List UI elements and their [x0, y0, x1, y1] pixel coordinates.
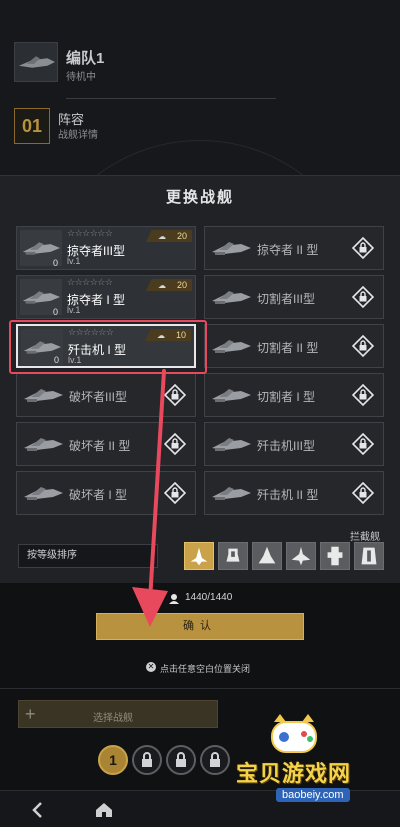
ship-card-locked[interactable]: 破坏者III型 [16, 373, 196, 417]
fleet-name: 编队1 [66, 50, 105, 67]
cost-badge: ☁ 20 [146, 279, 192, 291]
ship-count: 0 [53, 258, 59, 268]
lineup-subtitle: 战舰详情 [58, 130, 98, 141]
lock-icon[interactable] [351, 481, 375, 505]
fighter-class-icon[interactable] [184, 542, 214, 570]
capacity-icon [168, 592, 180, 604]
close-hint-text: 点击任意空白位置关闭 [160, 664, 251, 674]
ship-card-locked[interactable]: 切割者 II 型 [204, 324, 384, 368]
sort-dropdown[interactable]: 按等级排序 [18, 544, 158, 568]
battleship-class-icon[interactable] [354, 542, 384, 570]
fleet-slot-locked[interactable] [132, 745, 162, 775]
ship-name: 歼击机 II 型 [257, 488, 319, 502]
lock-icon [142, 752, 152, 767]
lock-icon[interactable] [351, 432, 375, 456]
fleet-slot-locked[interactable] [166, 745, 196, 775]
ship-level: lv.1 [67, 256, 81, 266]
footer-divider [0, 688, 400, 689]
capacity-readout: 1440/1440 [185, 592, 233, 603]
gamepad-mascot-icon [264, 712, 324, 762]
ship-card[interactable]: 掠夺者III型 0 ☆☆☆☆☆☆ ☁ 20 lv.1 [16, 226, 196, 270]
cost-icon: ☁ [158, 232, 166, 241]
ship-thumbnail [209, 330, 253, 362]
dialog-title: 更换战舰 [165, 189, 234, 206]
ship-thumbnail [209, 428, 253, 460]
lock-icon[interactable] [163, 481, 187, 505]
watermark-title: 宝贝游戏网 [236, 761, 352, 786]
ship-card-locked[interactable]: 切割者 I 型 [204, 373, 384, 417]
lock-icon[interactable] [351, 285, 375, 309]
fleet-slot-1[interactable]: 1 [98, 745, 128, 775]
close-icon: ✕ [146, 662, 156, 672]
plus-icon: + [25, 704, 36, 724]
star-rating: ☆☆☆☆☆☆ [67, 277, 113, 287]
ship-name: 切割者 II 型 [257, 341, 319, 355]
destroyer-class-icon[interactable] [218, 542, 248, 570]
selection-highlight-annotation [9, 320, 207, 374]
lock-icon [210, 752, 220, 767]
cost-icon: ☁ [158, 281, 166, 290]
lock-icon[interactable] [163, 383, 187, 407]
select-ship-button[interactable]: + 选择战舰 [18, 700, 218, 728]
ship-thumbnail [209, 379, 253, 411]
ship-cost: 20 [176, 231, 187, 241]
cruiser-class-icon[interactable] [252, 542, 282, 570]
ship-cost: 20 [176, 280, 187, 290]
ship-card-locked[interactable]: 破坏者 I 型 [16, 471, 196, 515]
ship-card-locked[interactable]: 歼击机III型 [204, 422, 384, 466]
ship-name: 切割者III型 [257, 292, 316, 306]
ship-card-locked[interactable]: 破坏者 II 型 [16, 422, 196, 466]
ship-card-locked[interactable]: 切割者III型 [204, 275, 384, 319]
site-watermark: 宝贝游戏网 baobeiy.com [236, 712, 396, 808]
fleet-header-background: 编队1 待机中 01 阵容 战舰详情 [0, 0, 400, 480]
lock-icon [176, 752, 186, 767]
fleet-slot-locked[interactable] [200, 745, 230, 775]
ship-thumbnail [209, 232, 253, 264]
carrier-class-icon[interactable] [320, 542, 350, 570]
lock-icon[interactable] [351, 383, 375, 407]
ship-name: 破坏者 II 型 [69, 439, 131, 453]
confirm-button[interactable]: 确认 [96, 613, 304, 640]
lock-icon[interactable] [351, 334, 375, 358]
ship-thumbnail [21, 379, 65, 411]
back-arrow-icon[interactable] [26, 798, 50, 822]
ship-name: 破坏者 I 型 [69, 488, 128, 502]
fleet-ship-thumbnail [14, 42, 58, 82]
cost-badge: ☁ 20 [146, 230, 192, 242]
filter-class-label: 拦截舰 [350, 532, 380, 543]
ship-name: 切割者 I 型 [257, 390, 316, 404]
ship-thumbnail [209, 281, 253, 313]
star-rating: ☆☆☆☆☆☆ [67, 228, 113, 238]
watermark-url: baobeiy.com [276, 788, 350, 802]
ship-level: lv.1 [67, 305, 81, 315]
select-ship-label: 选择战舰 [93, 713, 133, 724]
lock-icon[interactable] [351, 236, 375, 260]
ship-card-locked[interactable]: 掠夺者 II 型 [204, 226, 384, 270]
ship-count: 0 [53, 307, 59, 317]
lock-icon[interactable] [163, 432, 187, 456]
home-icon[interactable] [92, 798, 116, 822]
change-ship-dialog: 更换战舰 掠夺者III型 0 ☆☆☆☆☆☆ ☁ 20 lv.1 掠夺者 II 型掠夺者 I … [0, 175, 400, 583]
ship-thumbnail [21, 477, 65, 509]
ship-thumbnail [21, 428, 65, 460]
ship-card[interactable]: 掠夺者 I 型 0 ☆☆☆☆☆☆ ☁ 20 lv.1 [16, 275, 196, 319]
fleet-status: 待机中 [66, 72, 96, 83]
ship-thumbnail [209, 477, 253, 509]
ship-card-locked[interactable]: 歼击机 II 型 [204, 471, 384, 515]
ship-name: 歼击机III型 [257, 439, 316, 453]
battlecruiser-class-icon[interactable] [286, 542, 316, 570]
ship-name: 破坏者III型 [69, 390, 128, 404]
ship-name: 掠夺者 II 型 [257, 243, 319, 257]
fleet-divider [66, 98, 276, 99]
lineup-number-badge: 01 [14, 108, 50, 144]
